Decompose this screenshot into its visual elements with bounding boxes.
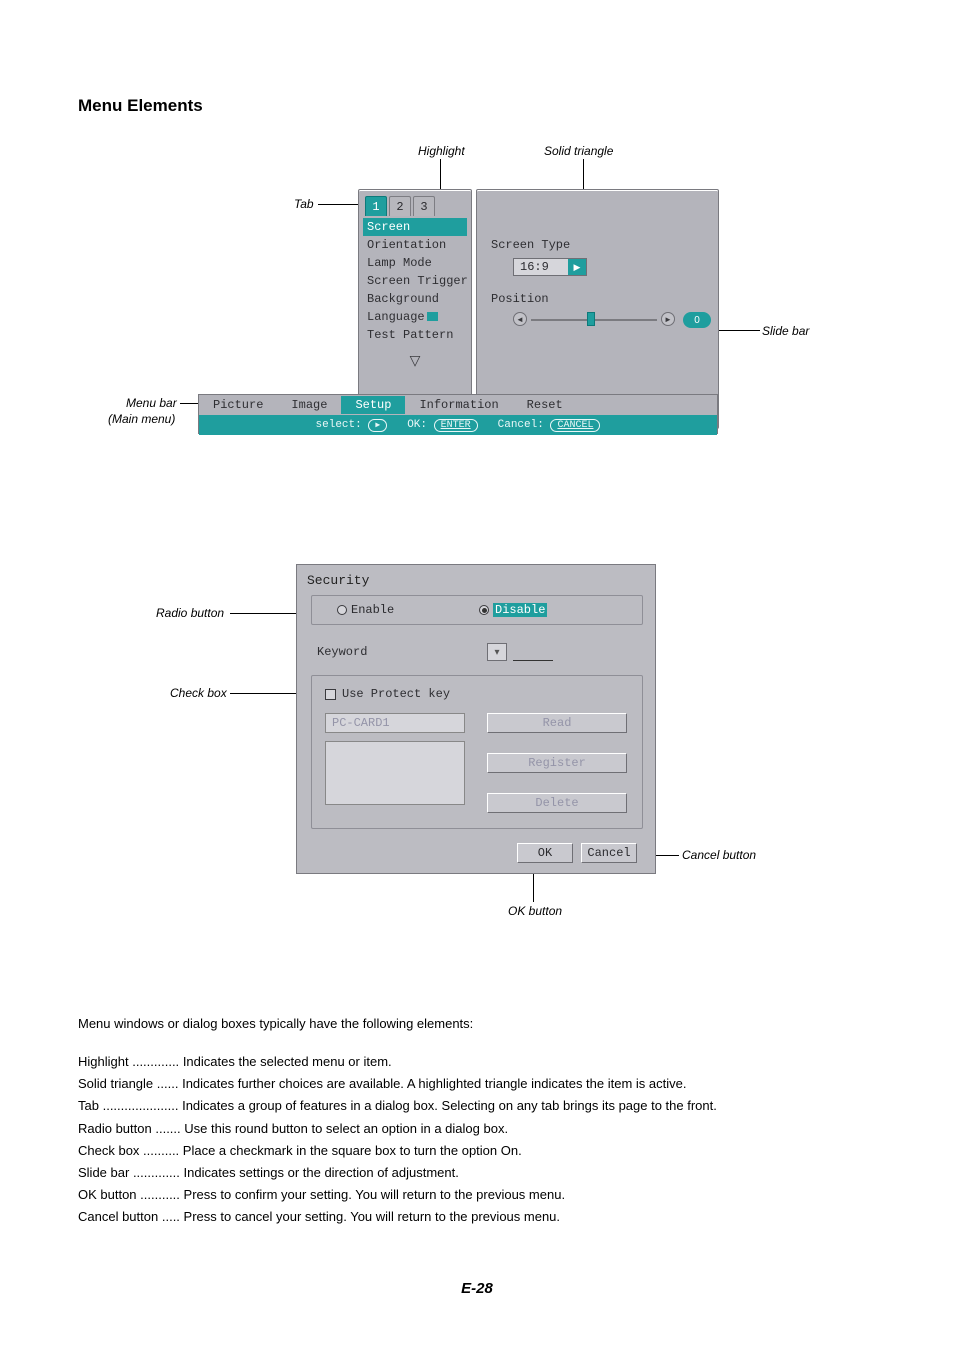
key-list [325, 741, 465, 805]
leader [716, 330, 760, 331]
def-row: Cancel button ..... Press to cancel your… [78, 1207, 876, 1227]
callout-slide-bar: Slide bar [762, 324, 809, 338]
security-dialog: Security Enable Disable Keyword ▾ Use Pr… [296, 564, 656, 874]
menu-help-bar: select: OK: ENTER Cancel: CANCEL [199, 415, 717, 435]
cancel-button[interactable]: Cancel [581, 843, 637, 863]
cancel-key-icon: CANCEL [550, 419, 600, 432]
setup-submenu-panel: 1 2 3 Screen Orientation Lamp Mode Scree… [358, 189, 472, 429]
menu-item-lamp-mode[interactable]: Lamp Mode [363, 254, 467, 272]
callout-check-box: Check box [170, 686, 227, 700]
keyword-field-line [513, 660, 553, 661]
screen-type-dropdown[interactable]: 16:9 ▶ [513, 258, 587, 276]
delete-button[interactable]: Delete [487, 793, 627, 813]
register-button[interactable]: Register [487, 753, 627, 773]
tab-2[interactable]: 2 [389, 196, 411, 216]
def-row: Check box .......... Place a checkmark i… [78, 1141, 876, 1161]
definitions: Menu windows or dialog boxes typically h… [78, 1014, 876, 1227]
callout-tab: Tab [294, 197, 314, 211]
ok-button[interactable]: OK [517, 843, 573, 863]
more-items-triangle-icon: ▽ [359, 346, 471, 369]
dialog-title: Security [307, 573, 369, 588]
menu-item-language[interactable]: Language [363, 308, 467, 326]
radio-disable[interactable]: Disable [479, 603, 547, 617]
tab-3[interactable]: 3 [413, 196, 435, 216]
callout-main-menu: (Main menu) [108, 412, 175, 426]
label-use-protect-key: Use Protect key [342, 687, 450, 701]
callout-highlight: Highlight [418, 144, 465, 158]
checkbox-use-protect-key[interactable] [325, 689, 336, 700]
menu-item-orientation[interactable]: Orientation [363, 236, 467, 254]
label-position: Position [491, 292, 549, 306]
slider-left-icon[interactable]: ◄ [513, 312, 527, 326]
page-number: E-28 [0, 1280, 954, 1297]
menu-image[interactable]: Image [277, 398, 341, 412]
menu-item-test-pattern[interactable]: Test Pattern [363, 326, 467, 344]
keyword-dropdown[interactable]: ▾ [487, 643, 507, 661]
tab-1[interactable]: 1 [365, 196, 387, 216]
definitions-intro: Menu windows or dialog boxes typically h… [78, 1014, 876, 1034]
slider-right-icon[interactable]: ► [661, 312, 675, 326]
def-row: Tab ..................... Indicates a gr… [78, 1096, 876, 1116]
callout-ok-button: OK button [508, 904, 562, 918]
pc-card-field: PC-CARD1 [325, 713, 465, 733]
callout-menu-bar: Menu bar [126, 396, 177, 410]
menu-picture[interactable]: Picture [199, 398, 277, 412]
label-keyword: Keyword [317, 645, 367, 659]
menu-item-background[interactable]: Background [363, 290, 467, 308]
language-icon [427, 312, 438, 321]
menu-item-screen-trigger[interactable]: Screen Trigger [363, 272, 467, 290]
figure-dialog-elements: Radio button Check box Cancel button OK … [78, 564, 876, 924]
slider-value-pill: 0 [683, 312, 711, 328]
callout-cancel-button: Cancel button [682, 848, 756, 862]
radio-enable[interactable]: Enable [337, 603, 394, 617]
def-row: Solid triangle ...... Indicates further … [78, 1074, 876, 1094]
read-button[interactable]: Read [487, 713, 627, 733]
def-row: Slide bar ............. Indicates settin… [78, 1163, 876, 1183]
label-screen-type: Screen Type [491, 238, 570, 252]
menu-setup[interactable]: Setup [341, 396, 405, 414]
figure-menu-elements: Highlight Solid triangle Tab Slide bar M… [78, 134, 876, 454]
def-row: Highlight ............. Indicates the se… [78, 1052, 876, 1072]
menu-reset[interactable]: Reset [513, 398, 577, 412]
position-slider-knob[interactable] [587, 312, 595, 326]
callout-radio-button: Radio button [156, 606, 224, 620]
def-row: Radio button ....... Use this round butt… [78, 1119, 876, 1139]
enter-key-icon: ENTER [434, 419, 478, 432]
solid-triangle-icon: ▶ [568, 259, 586, 275]
screen-settings-panel: Screen Type 16:9 ▶ Position ◄ ► 0 [476, 189, 719, 429]
def-row: OK button ........... Press to confirm y… [78, 1185, 876, 1205]
section-title: Menu Elements [78, 96, 876, 116]
menu-item-screen[interactable]: Screen [363, 218, 467, 236]
screen-type-value: 16:9 [514, 260, 568, 274]
callout-solid-triangle: Solid triangle [544, 144, 613, 158]
leader [180, 403, 198, 404]
menu-information[interactable]: Information [405, 398, 512, 412]
menu-bar: Picture Image Setup Information Reset se… [198, 394, 718, 434]
play-icon [368, 419, 387, 432]
